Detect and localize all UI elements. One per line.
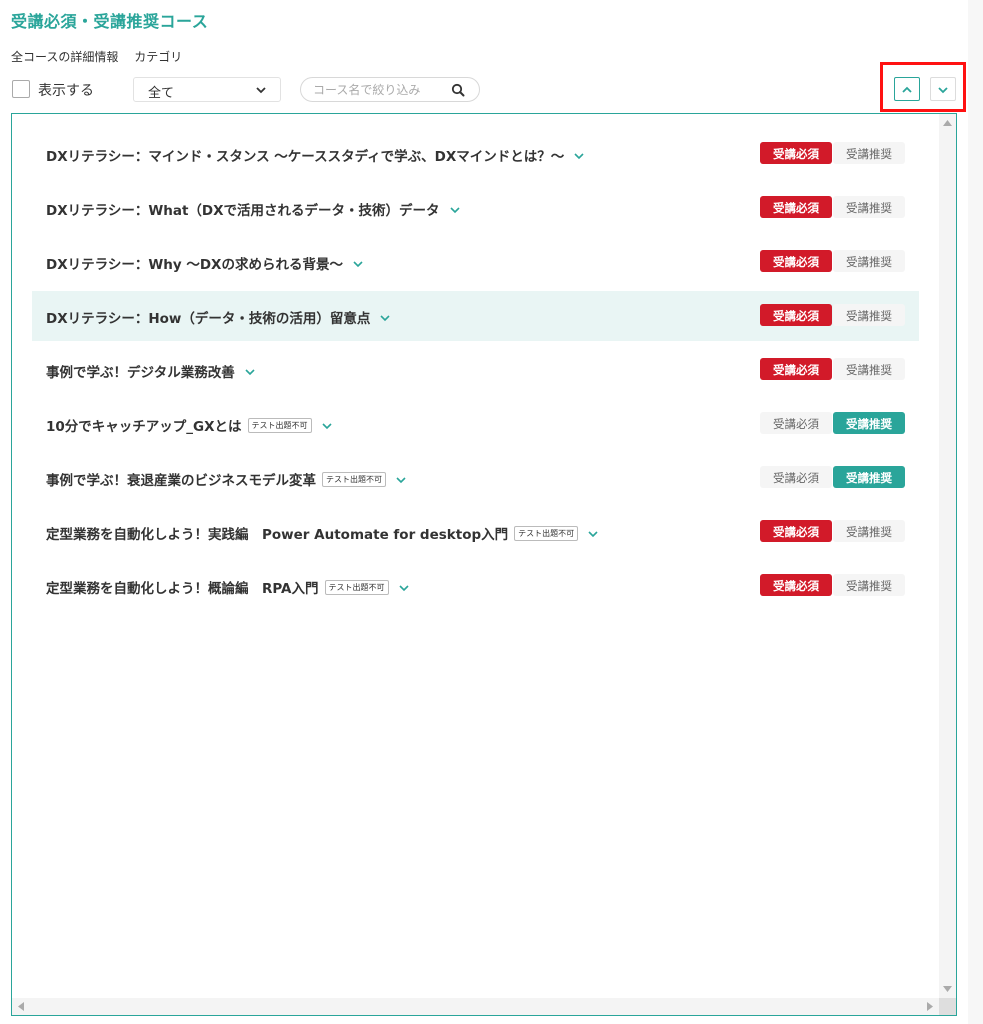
move-down-button[interactable] — [930, 77, 956, 101]
category-select[interactable]: 全て — [133, 77, 281, 102]
no-test-tag: テスト出題不可 — [247, 417, 312, 433]
course-row[interactable]: DXリテラシー：What（DXで活用されるデータ・技術）データ 受講必須 受講推奨 — [32, 183, 919, 233]
course-title-text: DXリテラシー：マインド・スタンス ～ケーススタディで学ぶ、DXマインドとは？～ — [46, 149, 565, 165]
category-select-value: 全て — [148, 86, 175, 101]
chevron-up-icon — [902, 86, 912, 93]
status-toggle: 受講必須 受講推奨 — [759, 304, 905, 326]
search-input[interactable] — [313, 81, 443, 98]
recommended-badge[interactable]: 受講推奨 — [833, 196, 905, 218]
course-row[interactable]: DXリテラシー：Why ～DXの求められる背景～ 受講必須 受講推奨 — [32, 237, 919, 287]
course-row[interactable]: 事例で学ぶ！デジタル業務改善 受講必須 受講推奨 — [32, 345, 919, 395]
required-badge[interactable]: 受講必須 — [760, 304, 832, 326]
chevron-down-icon[interactable] — [398, 584, 409, 592]
chevron-down-icon — [938, 87, 948, 94]
recommended-badge[interactable]: 受講推奨 — [833, 574, 905, 596]
course-title: DXリテラシー：What（DXで活用されるデータ・技術）データ — [46, 199, 460, 219]
no-test-tag: テスト出題不可 — [324, 579, 389, 595]
search-box — [300, 77, 480, 102]
course-title: 定型業務を自動化しよう！概論編 RPA入門 テスト出題不可 — [46, 577, 409, 597]
course-title: 事例で学ぶ！デジタル業務改善 — [46, 361, 255, 381]
chevron-down-icon[interactable] — [396, 476, 406, 484]
status-toggle: 受講必須 受講推奨 — [759, 520, 905, 542]
course-title: 10分でキャッチアップ_GXとは テスト出題不可 — [46, 415, 332, 435]
subtab-category[interactable]: カテゴリ — [134, 50, 182, 64]
course-title-text: DXリテラシー：How（データ・技術の活用）留意点 — [46, 311, 371, 327]
required-badge[interactable]: 受講必須 — [760, 520, 832, 542]
course-title-text: 定型業務を自動化しよう！概論編 RPA入門 — [46, 581, 319, 597]
chevron-down-icon[interactable] — [449, 206, 460, 214]
status-toggle: 受講必須 受講推奨 — [759, 412, 905, 434]
required-badge[interactable]: 受講必須 — [760, 250, 832, 272]
course-title-text: DXリテラシー：What（DXで活用されるデータ・技術）データ — [46, 203, 440, 219]
recommended-badge[interactable]: 受講推奨 — [833, 412, 905, 434]
scroll-up-icon[interactable] — [943, 120, 952, 126]
page-side-gutter — [968, 0, 983, 1024]
chevron-down-icon[interactable] — [321, 422, 332, 430]
course-title-text: 事例で学ぶ！衰退産業のビジネスモデル変革 — [46, 473, 316, 489]
course-title-text: 事例で学ぶ！デジタル業務改善 — [46, 365, 235, 381]
course-row[interactable]: 事例で学ぶ！衰退産業のビジネスモデル変革 テスト出題不可 受講必須 受講推奨 — [32, 453, 919, 503]
recommended-badge[interactable]: 受講推奨 — [833, 520, 905, 542]
chevron-down-icon — [256, 87, 266, 94]
chevron-down-icon[interactable] — [574, 152, 584, 160]
vertical-scrollbar[interactable] — [939, 114, 956, 998]
course-row[interactable]: 定型業務を自動化しよう！概論編 RPA入門 テスト出題不可 受講必須 受講推奨 — [32, 561, 919, 611]
subtab-all-details[interactable]: 全コースの詳細情報 — [11, 50, 118, 64]
move-up-button[interactable] — [894, 77, 920, 101]
scroll-right-icon[interactable] — [927, 1002, 933, 1011]
course-title: DXリテラシー：How（データ・技術の活用）留意点 — [46, 307, 390, 327]
course-title: 定型業務を自動化しよう！実践編 Power Automate for deskt… — [46, 523, 598, 543]
course-row[interactable]: 定型業務を自動化しよう！実践編 Power Automate for deskt… — [32, 507, 919, 557]
course-list-panel: DXリテラシー：マインド・スタンス ～ケーススタディで学ぶ、DXマインドとは？～… — [11, 113, 957, 1016]
status-toggle: 受講必須 受講推奨 — [759, 196, 905, 218]
chevron-down-icon[interactable] — [245, 368, 255, 376]
show-checkbox[interactable] — [12, 80, 30, 98]
status-toggle: 受講必須 受講推奨 — [759, 142, 905, 164]
course-row[interactable]: DXリテラシー：マインド・スタンス ～ケーススタディで学ぶ、DXマインドとは？～… — [32, 129, 919, 179]
course-row[interactable]: 10分でキャッチアップ_GXとは テスト出題不可 受講必須 受講推奨 — [32, 399, 919, 449]
scroll-left-icon[interactable] — [18, 1002, 24, 1011]
show-checkbox-label: 表示する — [38, 83, 94, 99]
page-title: 受講必須・受講推奨コース — [11, 12, 209, 31]
scroll-down-icon[interactable] — [943, 986, 952, 992]
no-test-tag: テスト出題不可 — [322, 471, 386, 487]
status-toggle: 受講必須 受講推奨 — [759, 574, 905, 596]
recommended-badge[interactable]: 受講推奨 — [833, 250, 905, 272]
chevron-down-icon[interactable] — [380, 314, 390, 322]
course-title-text: 10分でキャッチアップ_GXとは — [46, 419, 242, 435]
required-badge[interactable]: 受講必須 — [760, 466, 832, 488]
course-title: DXリテラシー：マインド・スタンス ～ケーススタディで学ぶ、DXマインドとは？～ — [46, 145, 584, 165]
horizontal-scrollbar[interactable] — [12, 998, 939, 1015]
recommended-badge[interactable]: 受講推奨 — [833, 142, 905, 164]
scrollbar-corner — [939, 998, 956, 1015]
chevron-down-icon[interactable] — [588, 530, 598, 538]
status-toggle: 受講必須 受講推奨 — [759, 466, 905, 488]
course-title: DXリテラシー：Why ～DXの求められる背景～ — [46, 253, 363, 273]
course-row[interactable]: DXリテラシー：How（データ・技術の活用）留意点 受講必須 受講推奨 — [32, 291, 919, 341]
recommended-badge[interactable]: 受講推奨 — [833, 466, 905, 488]
no-test-tag: テスト出題不可 — [514, 525, 579, 541]
required-badge[interactable]: 受講必須 — [760, 358, 832, 380]
required-badge[interactable]: 受講必須 — [760, 142, 832, 164]
course-title-text: DXリテラシー：Why ～DXの求められる背景～ — [46, 257, 343, 273]
page: 受講必須・受講推奨コース 全コースの詳細情報 カテゴリ 表示する 全て DXリテ… — [0, 0, 983, 1024]
required-badge[interactable]: 受講必須 — [760, 196, 832, 218]
required-badge[interactable]: 受講必須 — [760, 412, 832, 434]
recommended-badge[interactable]: 受講推奨 — [833, 304, 905, 326]
course-title: 事例で学ぶ！衰退産業のビジネスモデル変革 テスト出題不可 — [46, 469, 406, 489]
recommended-badge[interactable]: 受講推奨 — [833, 358, 905, 380]
search-icon[interactable] — [451, 83, 465, 97]
required-badge[interactable]: 受講必須 — [760, 574, 832, 596]
status-toggle: 受講必須 受講推奨 — [759, 250, 905, 272]
course-title-text: 定型業務を自動化しよう！実践編 Power Automate for deskt… — [46, 527, 509, 543]
chevron-down-icon[interactable] — [353, 260, 363, 268]
status-toggle: 受講必須 受講推奨 — [759, 358, 905, 380]
subtabs: 全コースの詳細情報 カテゴリ — [11, 48, 194, 65]
